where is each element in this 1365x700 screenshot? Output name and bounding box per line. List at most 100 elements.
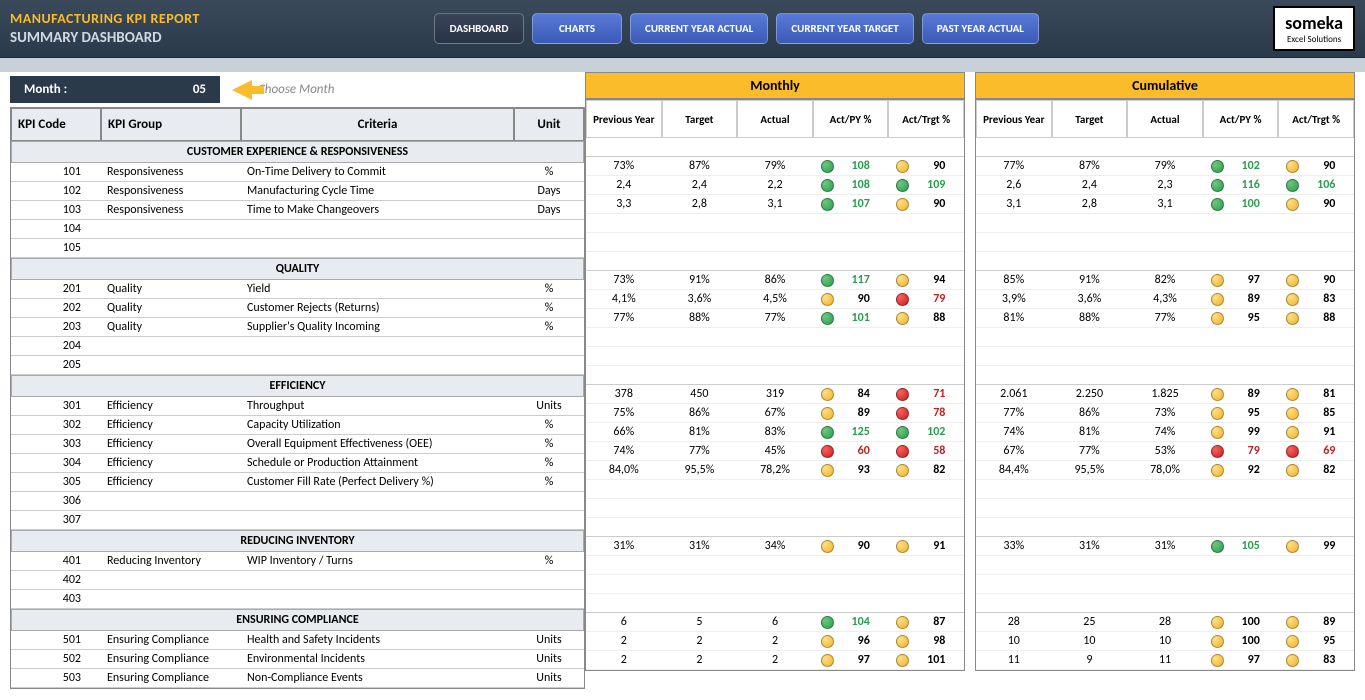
cell-criteria — [241, 239, 514, 257]
report-subtitle: SUMMARY DASHBOARD — [10, 29, 200, 47]
metric-value: 83 — [1303, 292, 1335, 306]
metric-value: 85 — [1303, 406, 1335, 420]
nav-charts[interactable]: CHARTS — [532, 13, 622, 44]
kpi-row[interactable]: 304EfficiencySchedule or Production Atta… — [11, 454, 584, 473]
status-indicator-icon — [1211, 312, 1224, 325]
status-indicator-icon — [821, 160, 834, 173]
cell-py: 6 — [586, 613, 662, 631]
cell-actual: 31% — [1127, 537, 1203, 555]
cell-criteria: Customer Fill Rate (Perfect Delivery %) — [241, 473, 514, 491]
metric-value: 105 — [1228, 539, 1260, 553]
cell-actual: 79% — [1127, 157, 1203, 175]
kpi-row[interactable]: 403 — [11, 590, 584, 609]
status-indicator-icon — [821, 407, 834, 420]
metric-value: 95 — [1228, 406, 1260, 420]
data-row: 2,42,42,2108109 — [586, 176, 964, 195]
status-indicator-icon — [896, 616, 909, 629]
data-row: 74%81%74%9991 — [976, 423, 1354, 442]
nav-past-year-actual[interactable]: PAST YEAR ACTUAL — [922, 13, 1039, 44]
kpi-row[interactable]: 101ResponsivenessOn-Time Delivery to Com… — [11, 163, 584, 182]
group-header: REDUCING INVENTORY — [11, 530, 584, 552]
kpi-definition-table: KPI Code KPI Group Criteria Unit CUSTOME… — [10, 107, 585, 689]
status-indicator-icon — [896, 426, 909, 439]
cell-actual: 3,1 — [737, 195, 813, 213]
data-row-empty — [976, 347, 1354, 366]
metric-value: 104 — [838, 615, 870, 629]
cell-actual: 28 — [1127, 613, 1203, 631]
cell-unit: % — [514, 552, 584, 570]
cell-group — [101, 511, 241, 529]
metric-value: 89 — [1303, 615, 1335, 629]
kpi-row[interactable]: 401Reducing InventoryWIP Inventory / Tur… — [11, 552, 584, 571]
choose-month-hint: Choose Month — [258, 82, 334, 97]
status-indicator-icon — [896, 445, 909, 458]
status-indicator-icon — [1286, 198, 1299, 211]
cell-code: 303 — [11, 435, 101, 453]
kpi-row[interactable]: 205 — [11, 356, 584, 375]
cell-group — [101, 492, 241, 510]
nav-current-year-target[interactable]: CURRENT YEAR TARGET — [776, 13, 913, 44]
cell-criteria: Customer Rejects (Returns) — [241, 299, 514, 317]
kpi-row[interactable]: 201QualityYield% — [11, 280, 584, 299]
status-indicator-icon — [821, 312, 834, 325]
kpi-row[interactable]: 503Ensuring ComplianceNon-Compliance Eve… — [11, 669, 584, 688]
data-row: 2,62,42,3116106 — [976, 176, 1354, 195]
status-indicator-icon — [821, 388, 834, 401]
cell-target: 3,6% — [1052, 290, 1128, 308]
cell-group — [101, 220, 241, 238]
cell-code: 101 — [11, 163, 101, 181]
kpi-row[interactable]: 501Ensuring ComplianceHealth and Safety … — [11, 631, 584, 650]
data-row: 33%31%31%10599 — [976, 537, 1354, 556]
cell-py: 3,3 — [586, 195, 662, 213]
metric-value: 125 — [838, 425, 870, 439]
status-indicator-icon — [1286, 540, 1299, 553]
kpi-row[interactable]: 103ResponsivenessTime to Make Changeover… — [11, 201, 584, 220]
status-indicator-icon — [896, 464, 909, 477]
metric-value: 99 — [1303, 539, 1335, 553]
cell-group: Quality — [101, 318, 241, 336]
cell-py: 74% — [586, 442, 662, 460]
kpi-row[interactable]: 302EfficiencyCapacity Utilization% — [11, 416, 584, 435]
metric-value: 102 — [1228, 159, 1260, 173]
cell-unit: Days — [514, 182, 584, 200]
cell-group: Responsiveness — [101, 201, 241, 219]
cell-py: 84,4% — [976, 461, 1052, 479]
metric-value: 95 — [1303, 634, 1335, 648]
kpi-row[interactable]: 301EfficiencyThroughputUnits — [11, 397, 584, 416]
kpi-row[interactable]: 306 — [11, 492, 584, 511]
nav-current-year-actual[interactable]: CURRENT YEAR ACTUAL — [630, 13, 768, 44]
cell-py: 2,4 — [586, 176, 662, 194]
kpi-row[interactable]: 204 — [11, 337, 584, 356]
cell-criteria: Supplier's Quality Incoming — [241, 318, 514, 336]
cell-target: 31% — [1052, 537, 1128, 555]
month-selector[interactable]: Month : 05 — [10, 76, 220, 103]
nav-dashboard[interactable]: DASHBOARD — [434, 13, 524, 44]
data-spacer — [586, 138, 964, 157]
kpi-row[interactable]: 305EfficiencyCustomer Fill Rate (Perfect… — [11, 473, 584, 492]
metric-value: 79 — [913, 292, 945, 306]
data-row-empty — [586, 347, 964, 366]
kpi-row[interactable]: 102ResponsivenessManufacturing Cycle Tim… — [11, 182, 584, 201]
metric-value: 90 — [1303, 273, 1335, 287]
kpi-row[interactable]: 303EfficiencyOverall Equipment Effective… — [11, 435, 584, 454]
kpi-row[interactable]: 105 — [11, 239, 584, 258]
group-header: CUSTOMER EXPERIENCE & RESPONSIVENESS — [11, 141, 584, 163]
kpi-row[interactable]: 202QualityCustomer Rejects (Returns)% — [11, 299, 584, 318]
kpi-row[interactable]: 307 — [11, 511, 584, 530]
kpi-row[interactable]: 502Ensuring ComplianceEnvironmental Inci… — [11, 650, 584, 669]
metric-value: 101 — [913, 653, 945, 667]
metric-value: 98 — [913, 634, 945, 648]
cell-unit — [514, 239, 584, 257]
cell-unit — [514, 220, 584, 238]
kpi-row[interactable]: 104 — [11, 220, 584, 239]
cell-unit — [514, 590, 584, 608]
kpi-row[interactable]: 203QualitySupplier's Quality Incoming% — [11, 318, 584, 337]
kpi-row[interactable]: 402 — [11, 571, 584, 590]
status-indicator-icon — [896, 654, 909, 667]
cell-criteria: On-Time Delivery to Commit — [241, 163, 514, 181]
metric-value: 108 — [838, 178, 870, 192]
cell-group: Responsiveness — [101, 182, 241, 200]
status-indicator-icon — [1286, 274, 1299, 287]
metric-value: 107 — [838, 197, 870, 211]
cell-actual: 11 — [1127, 651, 1203, 669]
